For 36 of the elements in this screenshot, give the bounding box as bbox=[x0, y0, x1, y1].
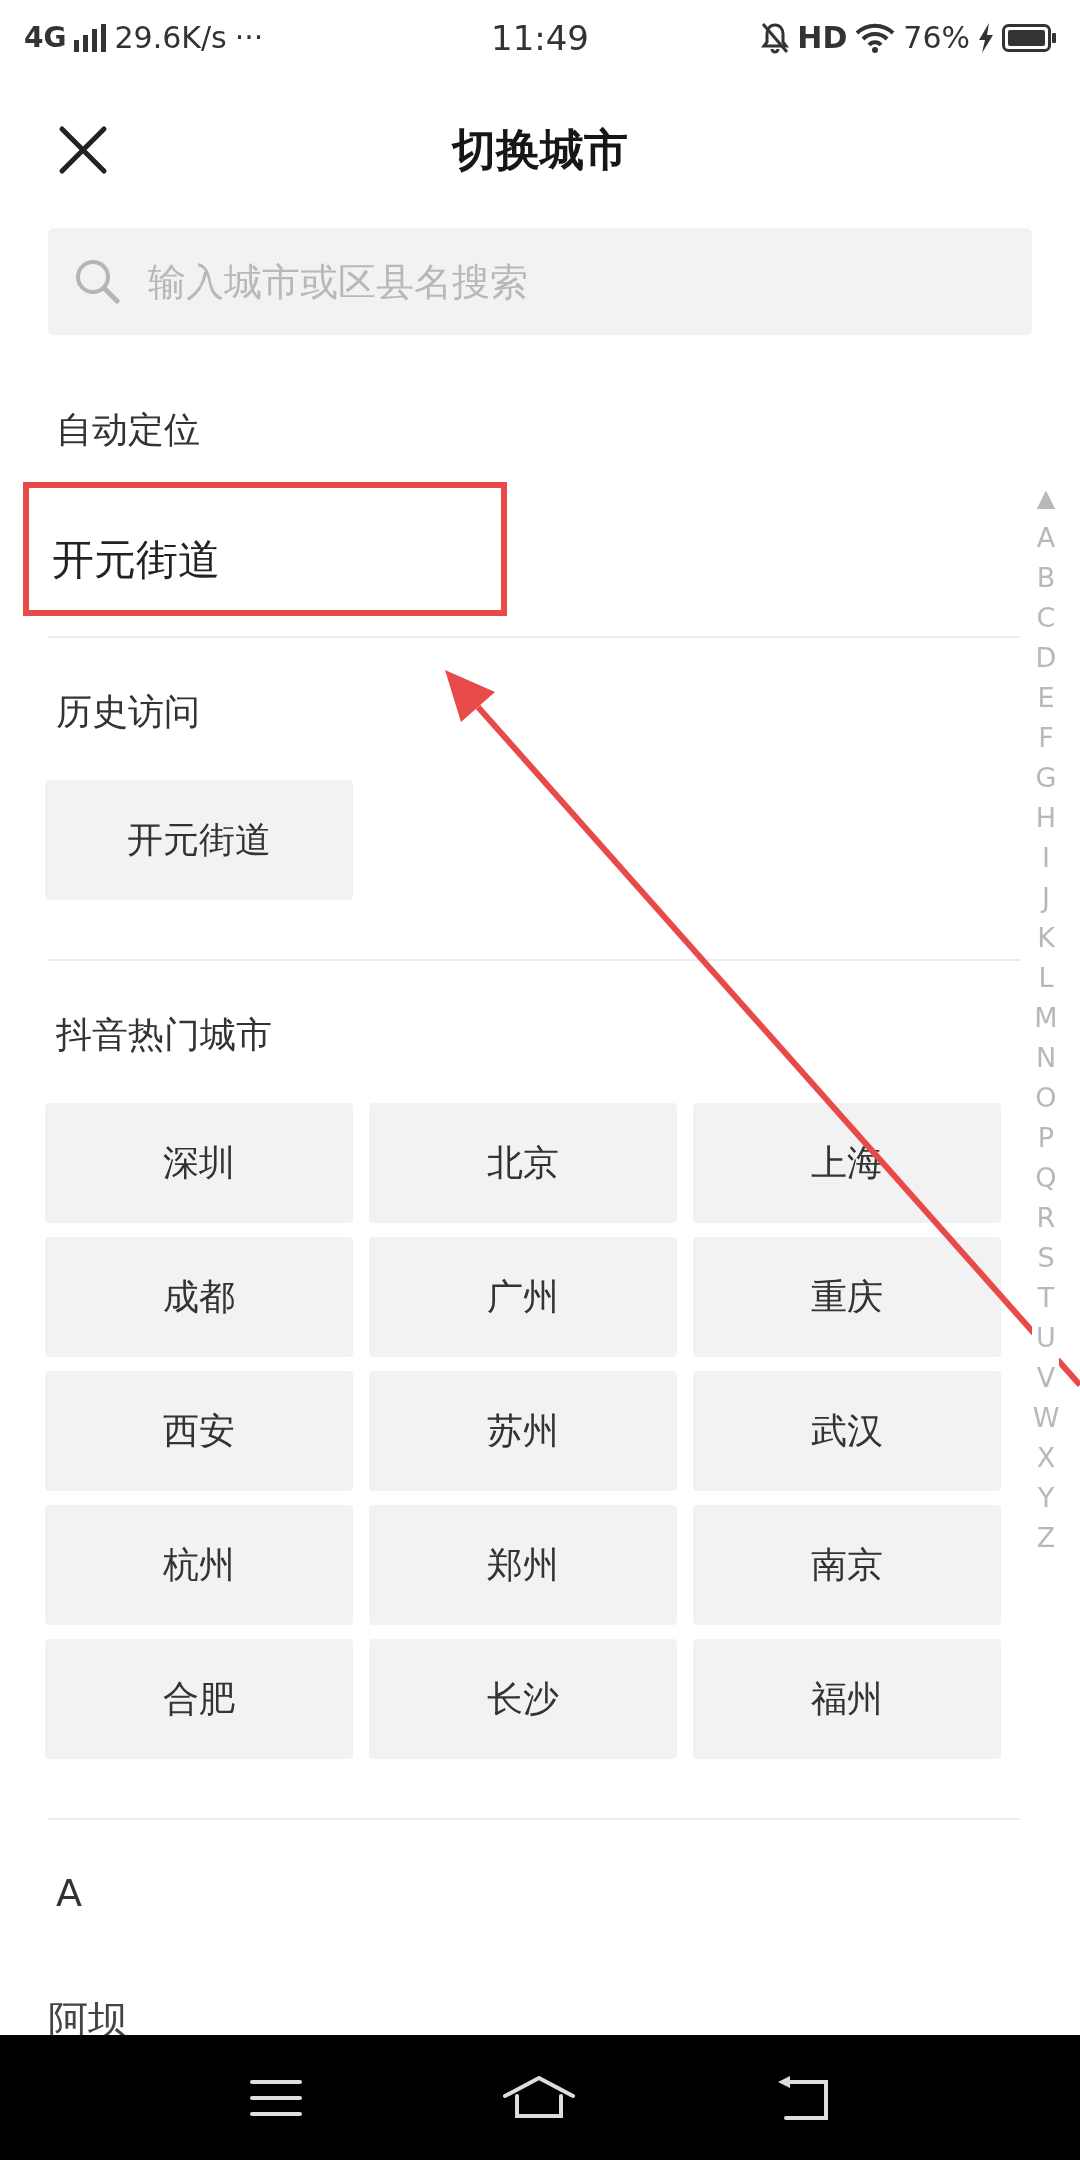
wifi-icon bbox=[855, 22, 896, 53]
network-speed: 29.6K/s bbox=[114, 20, 227, 55]
hd-label: HD bbox=[797, 20, 848, 55]
close-button[interactable] bbox=[58, 125, 108, 175]
city-chip[interactable]: 武汉 bbox=[693, 1371, 1001, 1491]
city-chip[interactable]: 开元街道 bbox=[45, 780, 353, 900]
city-chip[interactable]: 南京 bbox=[693, 1505, 1001, 1625]
more-indicator: ··· bbox=[234, 20, 264, 55]
city-chip[interactable]: 北京 bbox=[369, 1103, 677, 1223]
city-chip[interactable]: 郑州 bbox=[369, 1505, 677, 1625]
clock: 11:49 bbox=[491, 17, 589, 58]
menu-icon[interactable] bbox=[250, 2077, 303, 2118]
home-icon[interactable] bbox=[503, 2075, 575, 2120]
section-heading: 历史访问 bbox=[56, 690, 200, 734]
city-chip[interactable]: 深圳 bbox=[45, 1103, 353, 1223]
city-chip[interactable]: 长沙 bbox=[369, 1639, 677, 1759]
network-label: 4G bbox=[24, 21, 67, 54]
page-title: 切换城市 bbox=[452, 122, 628, 177]
battery-percent: 76% bbox=[903, 20, 970, 55]
city-chip[interactable]: 西安 bbox=[45, 1371, 353, 1491]
bell-off-icon bbox=[761, 21, 790, 54]
section-heading: 抖音热门城市 bbox=[56, 1013, 272, 1057]
city-chip[interactable]: 成都 bbox=[45, 1237, 353, 1357]
search-field[interactable]: 输入城市或区县名搜索 bbox=[48, 228, 1032, 335]
signal-icon bbox=[74, 23, 107, 52]
battery-icon bbox=[1002, 23, 1056, 52]
city-chip[interactable]: 苏州 bbox=[369, 1371, 677, 1491]
city-chip[interactable]: 广州 bbox=[369, 1237, 677, 1357]
section-heading: A bbox=[56, 1870, 82, 1917]
city-chip[interactable]: 杭州 bbox=[45, 1505, 353, 1625]
city-chip[interactable]: 合肥 bbox=[45, 1639, 353, 1759]
city-chip[interactable]: 重庆 bbox=[693, 1237, 1001, 1357]
location-item[interactable]: 开元街道 bbox=[52, 520, 220, 600]
city-chip[interactable]: 福州 bbox=[693, 1639, 1001, 1759]
charging-icon bbox=[978, 22, 994, 53]
section-heading: 自动定位 bbox=[56, 408, 200, 452]
